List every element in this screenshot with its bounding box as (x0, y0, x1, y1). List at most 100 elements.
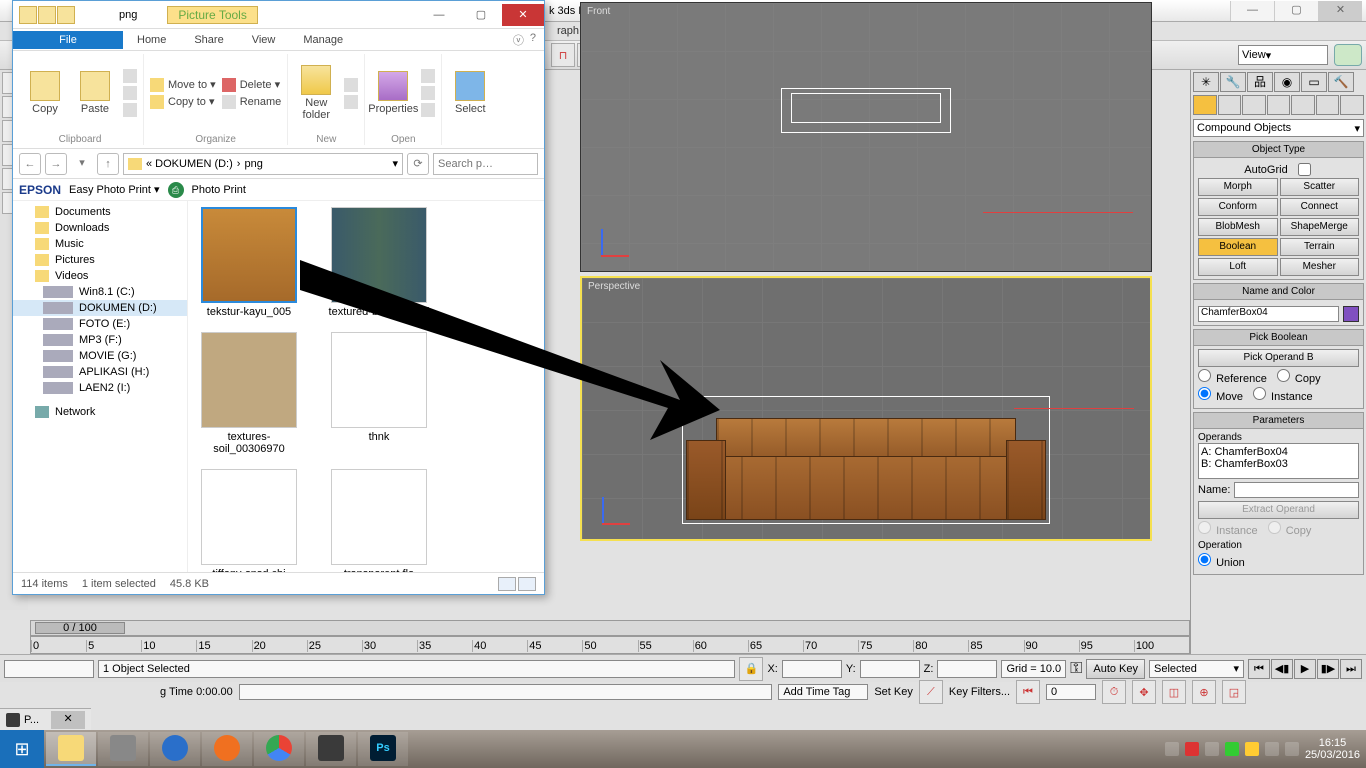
object-name-input[interactable]: ChamferBox04 (1198, 306, 1339, 322)
file-item[interactable]: thnk (324, 332, 434, 455)
move-to-button[interactable]: Move to ▾ (150, 78, 216, 92)
easy-photo-print[interactable]: Easy Photo Print ▾ (69, 183, 160, 196)
copy-button[interactable]: Copy (23, 71, 67, 115)
blobmesh-button[interactable]: BlobMesh (1198, 218, 1278, 236)
tray-icon[interactable] (1245, 742, 1259, 756)
prev-key-icon[interactable]: ⏮ (1016, 680, 1040, 704)
maximize-button[interactable]: ▢ (1274, 1, 1318, 21)
tree-drive-i[interactable]: LAEN2 (I:) (13, 380, 187, 396)
tree-music[interactable]: Music (13, 236, 187, 252)
home-tab[interactable]: Home (123, 31, 180, 49)
history-icon[interactable] (421, 103, 435, 117)
instance-radio[interactable]: Instance (1253, 387, 1313, 403)
taskbar-item-firefox[interactable] (202, 732, 252, 766)
setkey-button[interactable]: Set Key (874, 686, 913, 698)
time-slider-handle[interactable]: 0 / 100 (35, 622, 125, 634)
taskbar-item-photoshop[interactable]: Ps (358, 732, 408, 766)
render-teapot-icon[interactable] (1334, 44, 1362, 66)
details-view-icon[interactable] (498, 577, 516, 591)
next-frame-icon[interactable]: ▮▶ (1317, 659, 1339, 679)
viewport-nav-icon[interactable]: ✥ (1132, 680, 1156, 704)
address-bar[interactable]: « DOKUMEN (D:)›png ▾ (123, 153, 403, 175)
motion-tab-icon[interactable]: ◉ (1274, 72, 1300, 92)
select-button[interactable]: Select (448, 71, 492, 115)
explorer-titlebar[interactable]: png Picture Tools — ▢ ✕ (13, 1, 544, 29)
start-button[interactable]: ⊞ (0, 730, 44, 768)
boolean-button[interactable]: Boolean (1198, 238, 1278, 256)
lock-selection-icon[interactable]: 🔒 (739, 657, 763, 681)
color-swatch[interactable] (1343, 306, 1359, 322)
taskbar-item-ie[interactable] (150, 732, 200, 766)
paste-shortcut-icon[interactable] (123, 103, 137, 117)
view-tab[interactable]: View (238, 31, 290, 49)
move-radio[interactable]: Move (1198, 387, 1243, 403)
taskbar-item-chrome[interactable] (254, 732, 304, 766)
operands-list[interactable]: A: ChamferBox04 B: ChamferBox03 (1198, 443, 1359, 479)
recent-dropdown[interactable]: ▾ (71, 153, 93, 175)
morph-button[interactable]: Morph (1198, 178, 1278, 196)
clock[interactable]: 16:15 25/03/2016 (1305, 737, 1360, 761)
tree-downloads[interactable]: Downloads (13, 220, 187, 236)
keyfilters-button[interactable]: Key Filters... (949, 686, 1010, 698)
properties-button[interactable]: Properties (371, 71, 415, 115)
search-input[interactable] (433, 153, 538, 175)
goto-end-icon[interactable]: ⏭ (1340, 659, 1362, 679)
viewport-nav-icon[interactable]: ◲ (1222, 680, 1246, 704)
prev-frame-icon[interactable]: ◀▮ (1271, 659, 1293, 679)
key-mode-dropdown[interactable]: Selected▾ (1149, 660, 1244, 678)
tray-icon[interactable] (1205, 742, 1219, 756)
connect-button[interactable]: Connect (1280, 198, 1360, 216)
cameras-icon[interactable] (1267, 95, 1291, 115)
lights-icon[interactable] (1242, 95, 1266, 115)
tree-drive-e[interactable]: FOTO (E:) (13, 316, 187, 332)
spacewarps-icon[interactable] (1316, 95, 1340, 115)
mesher-button[interactable]: Mesher (1280, 258, 1360, 276)
volume-icon[interactable] (1285, 742, 1299, 756)
network-icon[interactable] (1265, 742, 1279, 756)
share-tab[interactable]: Share (180, 31, 237, 49)
tree-drive-h[interactable]: APLIKASI (H:) (13, 364, 187, 380)
file-item[interactable]: tiffany-snsd chi (194, 469, 304, 572)
hierarchy-tab-icon[interactable]: 品 (1247, 72, 1273, 92)
tray-icon[interactable] (1225, 742, 1239, 756)
taskbar-item[interactable] (98, 732, 148, 766)
snap-toggle-icon[interactable]: ⊓ (551, 43, 575, 67)
viewport-perspective[interactable]: Perspective (580, 276, 1152, 541)
qat-icon[interactable] (57, 6, 75, 24)
time-config-icon[interactable]: ⏱ (1102, 680, 1126, 704)
conform-button[interactable]: Conform (1198, 198, 1278, 216)
tree-drive-f[interactable]: MP3 (F:) (13, 332, 187, 348)
minimize-ribbon-icon[interactable]: ⓥ (513, 32, 524, 48)
tree-videos[interactable]: Videos (13, 268, 187, 284)
copy-radio[interactable]: Copy (1277, 369, 1321, 385)
tree-drive-c[interactable]: Win8.1 (C:) (13, 284, 187, 300)
thumbnails-view-icon[interactable] (518, 577, 536, 591)
keyboard-icon[interactable] (1165, 742, 1179, 756)
key-tangent-icon[interactable]: ⟋ (919, 680, 943, 704)
system-tray[interactable]: 16:15 25/03/2016 (1159, 737, 1366, 761)
display-tab-icon[interactable]: ▭ (1301, 72, 1327, 92)
reference-radio[interactable]: Reference (1198, 369, 1267, 385)
maximize-button[interactable]: ▢ (460, 4, 502, 26)
tree-documents[interactable]: Documents (13, 204, 187, 220)
tree-pictures[interactable]: Pictures (13, 252, 187, 268)
up-button[interactable]: ↑ (97, 153, 119, 175)
easy-access-icon[interactable] (344, 95, 358, 109)
helpers-icon[interactable] (1291, 95, 1315, 115)
max-taskgroup-label[interactable]: P... (24, 714, 39, 726)
category-dropdown[interactable]: Compound Objects▾ (1193, 119, 1364, 137)
viewport-nav-icon[interactable]: ⊕ (1192, 680, 1216, 704)
taskbar-item-explorer[interactable] (46, 732, 96, 766)
minimize-button[interactable]: — (418, 4, 460, 26)
tree-drive-g[interactable]: MOVIE (G:) (13, 348, 187, 364)
time-slider[interactable]: 0 / 100 (30, 620, 1190, 636)
current-frame-input[interactable]: 0 (1046, 684, 1096, 700)
new-folder-button[interactable]: New folder (294, 65, 338, 121)
viewport-nav-icon[interactable]: ◫ (1162, 680, 1186, 704)
manage-tab[interactable]: Manage (289, 31, 357, 49)
copy-to-button[interactable]: Copy to ▾ (150, 95, 216, 109)
loft-button[interactable]: Loft (1198, 258, 1278, 276)
open-icon[interactable] (421, 69, 435, 83)
shapemerge-button[interactable]: ShapeMerge (1280, 218, 1360, 236)
paste-button[interactable]: Paste (73, 71, 117, 115)
